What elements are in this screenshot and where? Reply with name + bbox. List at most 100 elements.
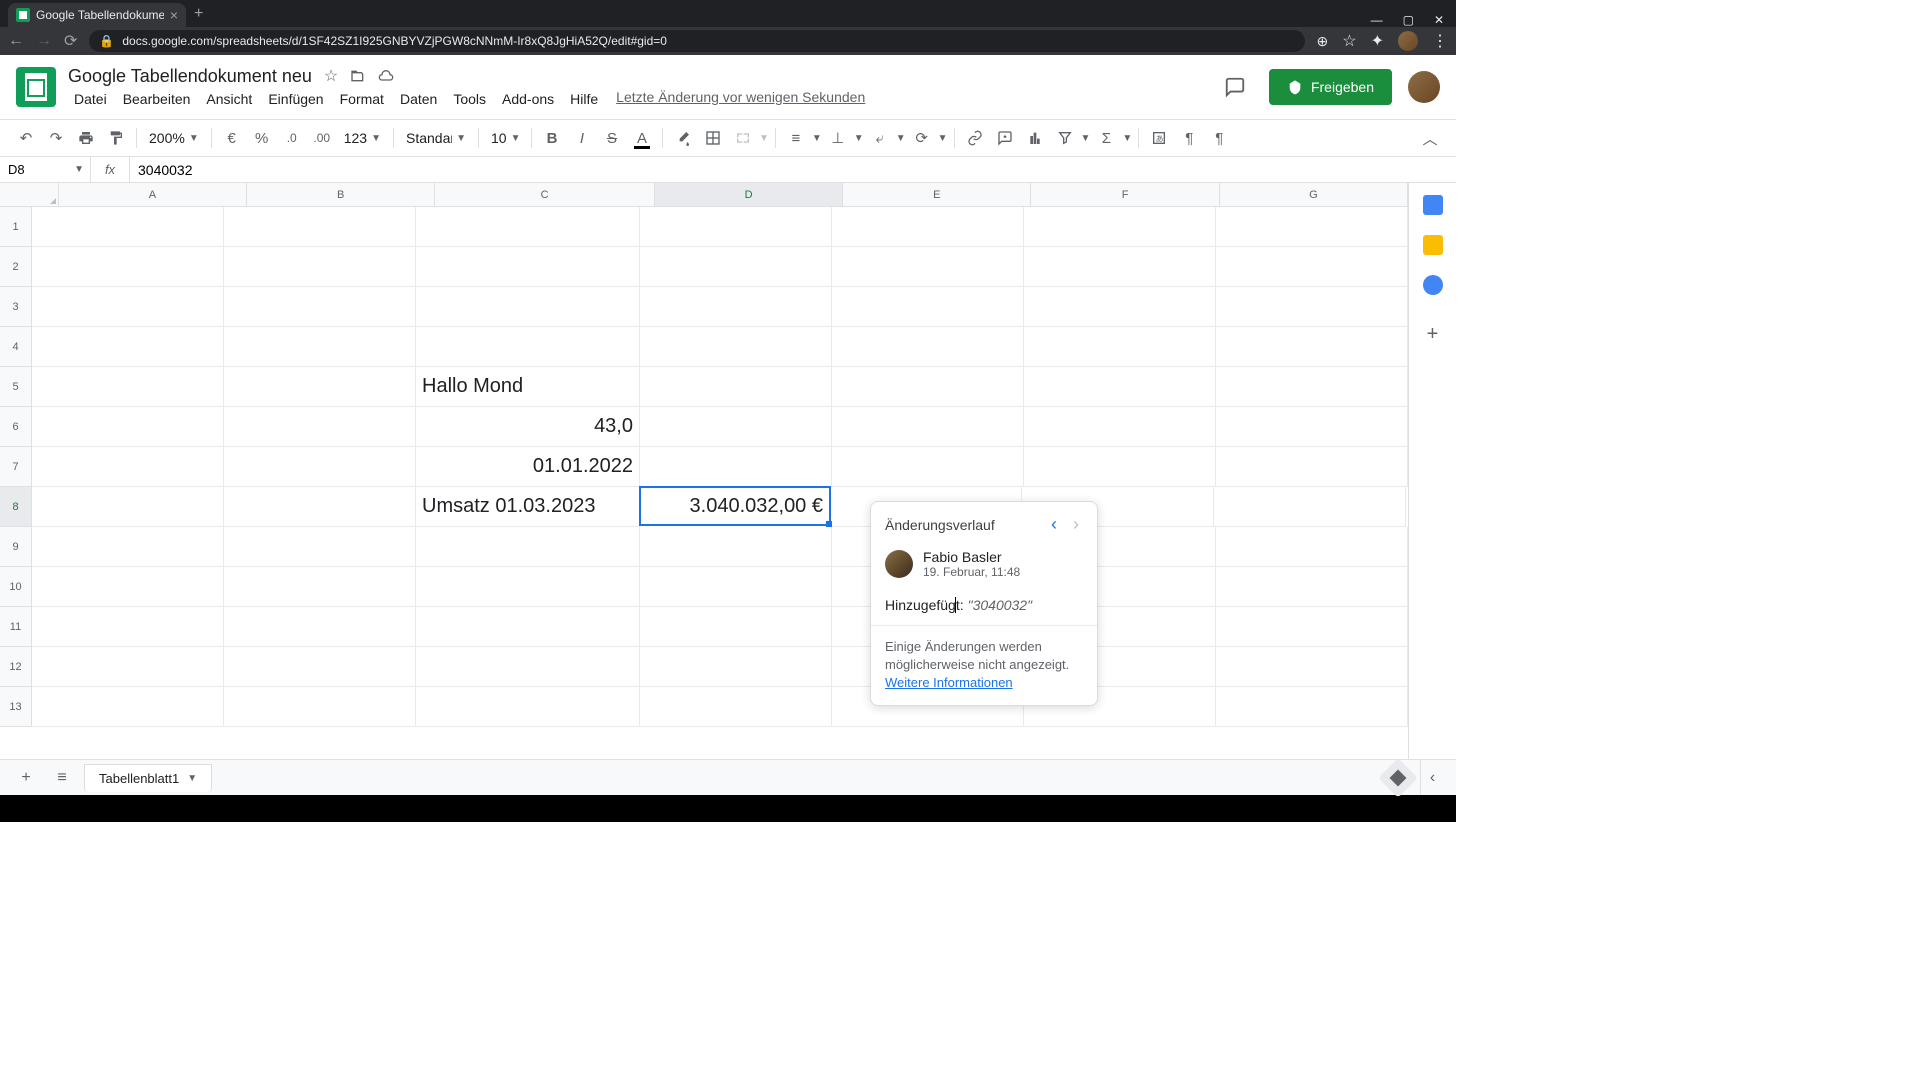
document-title[interactable]: Google Tabellendokument neu: [68, 66, 312, 87]
add-sheet-button[interactable]: +: [12, 764, 40, 792]
rotate-button[interactable]: ⟳: [908, 124, 936, 152]
menu-tools[interactable]: Tools: [447, 89, 492, 109]
last-edit-link[interactable]: Letzte Änderung vor wenigen Sekunden: [616, 89, 865, 109]
row-header[interactable]: 10: [0, 567, 32, 607]
increase-decimal-button[interactable]: .00: [308, 124, 336, 152]
row-header[interactable]: 8: [0, 487, 32, 527]
calendar-sidepanel-icon[interactable]: [1423, 195, 1443, 215]
italic-button[interactable]: I: [568, 124, 596, 152]
input-tool3[interactable]: ¶: [1205, 124, 1233, 152]
cell-d8-selected[interactable]: 3.040.032,00 €: [639, 486, 831, 526]
move-icon[interactable]: [350, 68, 366, 84]
collapse-toolbar-icon[interactable]: ︿: [1416, 124, 1444, 152]
col-header-g[interactable]: G: [1220, 183, 1408, 206]
menu-format[interactable]: Format: [334, 89, 390, 109]
text-color-button[interactable]: A: [628, 124, 656, 152]
col-header-b[interactable]: B: [247, 183, 435, 206]
cell-c7[interactable]: 01.01.2022: [416, 447, 640, 487]
functions-button[interactable]: Σ: [1092, 124, 1120, 152]
print-button[interactable]: [72, 124, 100, 152]
cell-c8[interactable]: Umsatz 01.03.2023: [416, 487, 640, 527]
zoom-select[interactable]: 200%▼: [143, 130, 205, 146]
wrap-dropdown[interactable]: ▼: [896, 133, 906, 144]
menu-file[interactable]: Datei: [68, 89, 113, 109]
menu-help[interactable]: Hilfe: [564, 89, 604, 109]
undo-button[interactable]: ↶: [12, 124, 40, 152]
rotate-dropdown[interactable]: ▼: [938, 133, 948, 144]
row-header[interactable]: 9: [0, 527, 32, 567]
extensions-icon[interactable]: ✦: [1371, 31, 1384, 51]
menu-icon[interactable]: ⋮: [1432, 31, 1448, 51]
browser-tab[interactable]: Google Tabellendokument neu - ×: [8, 3, 186, 27]
select-all-corner[interactable]: [0, 183, 59, 207]
profile-avatar[interactable]: [1398, 31, 1418, 51]
comments-button[interactable]: [1217, 69, 1253, 105]
minimize-icon[interactable]: —: [1371, 13, 1383, 27]
menu-addons[interactable]: Add-ons: [496, 89, 560, 109]
menu-view[interactable]: Ansicht: [200, 89, 258, 109]
row-header[interactable]: 6: [0, 407, 32, 447]
paint-format-button[interactable]: [102, 124, 130, 152]
link-button[interactable]: [961, 124, 989, 152]
history-prev-icon[interactable]: ‹: [1047, 514, 1061, 535]
filter-dropdown[interactable]: ▼: [1081, 133, 1091, 144]
number-format-select[interactable]: 123▼: [338, 130, 387, 146]
sheet-tab-dropdown-icon[interactable]: ▼: [187, 773, 197, 784]
name-box[interactable]: D8 ▼: [0, 162, 90, 177]
percent-button[interactable]: %: [248, 124, 276, 152]
forward-icon[interactable]: →: [36, 32, 52, 50]
tasks-sidepanel-icon[interactable]: [1423, 275, 1443, 295]
formula-input[interactable]: 3040032: [130, 162, 1456, 178]
reload-icon[interactable]: ⟳: [64, 31, 77, 51]
filter-button[interactable]: [1051, 124, 1079, 152]
spreadsheet-grid[interactable]: A B C D E F G 1 2 3 4 5 6 7 8 9 10 11 12…: [0, 183, 1408, 759]
menu-edit[interactable]: Bearbeiten: [117, 89, 197, 109]
row-header[interactable]: 5: [0, 367, 32, 407]
menu-data[interactable]: Daten: [394, 89, 443, 109]
col-header-d[interactable]: D: [655, 183, 843, 206]
h-align-dropdown[interactable]: ▼: [812, 133, 822, 144]
keep-sidepanel-icon[interactable]: [1423, 235, 1443, 255]
borders-button[interactable]: [699, 124, 727, 152]
history-more-info-link[interactable]: Weitere Informationen: [885, 675, 1013, 690]
row-header[interactable]: 3: [0, 287, 32, 327]
bookmark-icon[interactable]: ☆: [1342, 31, 1356, 51]
all-sheets-button[interactable]: ≡: [48, 764, 76, 792]
chart-button[interactable]: [1021, 124, 1049, 152]
back-icon[interactable]: ←: [8, 32, 24, 50]
col-header-a[interactable]: A: [59, 183, 247, 206]
row-header[interactable]: 4: [0, 327, 32, 367]
redo-button[interactable]: ↷: [42, 124, 70, 152]
h-align-button[interactable]: ≡: [782, 124, 810, 152]
row-header[interactable]: 7: [0, 447, 32, 487]
row-header[interactable]: 12: [0, 647, 32, 687]
functions-dropdown[interactable]: ▼: [1122, 133, 1132, 144]
bold-button[interactable]: B: [538, 124, 566, 152]
col-header-e[interactable]: E: [843, 183, 1031, 206]
col-header-f[interactable]: F: [1031, 183, 1219, 206]
strikethrough-button[interactable]: S: [598, 124, 626, 152]
currency-button[interactable]: €: [218, 124, 246, 152]
add-sidepanel-icon[interactable]: +: [1427, 323, 1439, 346]
maximize-icon[interactable]: ▢: [1403, 13, 1414, 27]
cloud-status-icon[interactable]: [378, 68, 394, 84]
fill-color-button[interactable]: [669, 124, 697, 152]
close-window-icon[interactable]: ✕: [1434, 13, 1444, 27]
cell-c5[interactable]: Hallo Mond: [416, 367, 640, 407]
expand-sidepanel-icon[interactable]: ‹: [1420, 760, 1444, 795]
decrease-decimal-button[interactable]: .0: [278, 124, 306, 152]
input-tool2[interactable]: ¶: [1175, 124, 1203, 152]
merge-button[interactable]: [729, 124, 757, 152]
sheets-logo[interactable]: [16, 67, 56, 107]
merge-dropdown[interactable]: ▼: [759, 133, 769, 144]
col-header-c[interactable]: C: [435, 183, 655, 206]
comment-button[interactable]: [991, 124, 1019, 152]
row-header[interactable]: 1: [0, 207, 32, 247]
share-button[interactable]: Freigeben: [1269, 69, 1392, 105]
close-tab-icon[interactable]: ×: [170, 7, 178, 23]
cell-c6[interactable]: 43,0: [416, 407, 640, 447]
row-header[interactable]: 13: [0, 687, 32, 727]
new-tab-button[interactable]: +: [194, 5, 203, 23]
row-header[interactable]: 2: [0, 247, 32, 287]
v-align-button[interactable]: ⊥: [824, 124, 852, 152]
